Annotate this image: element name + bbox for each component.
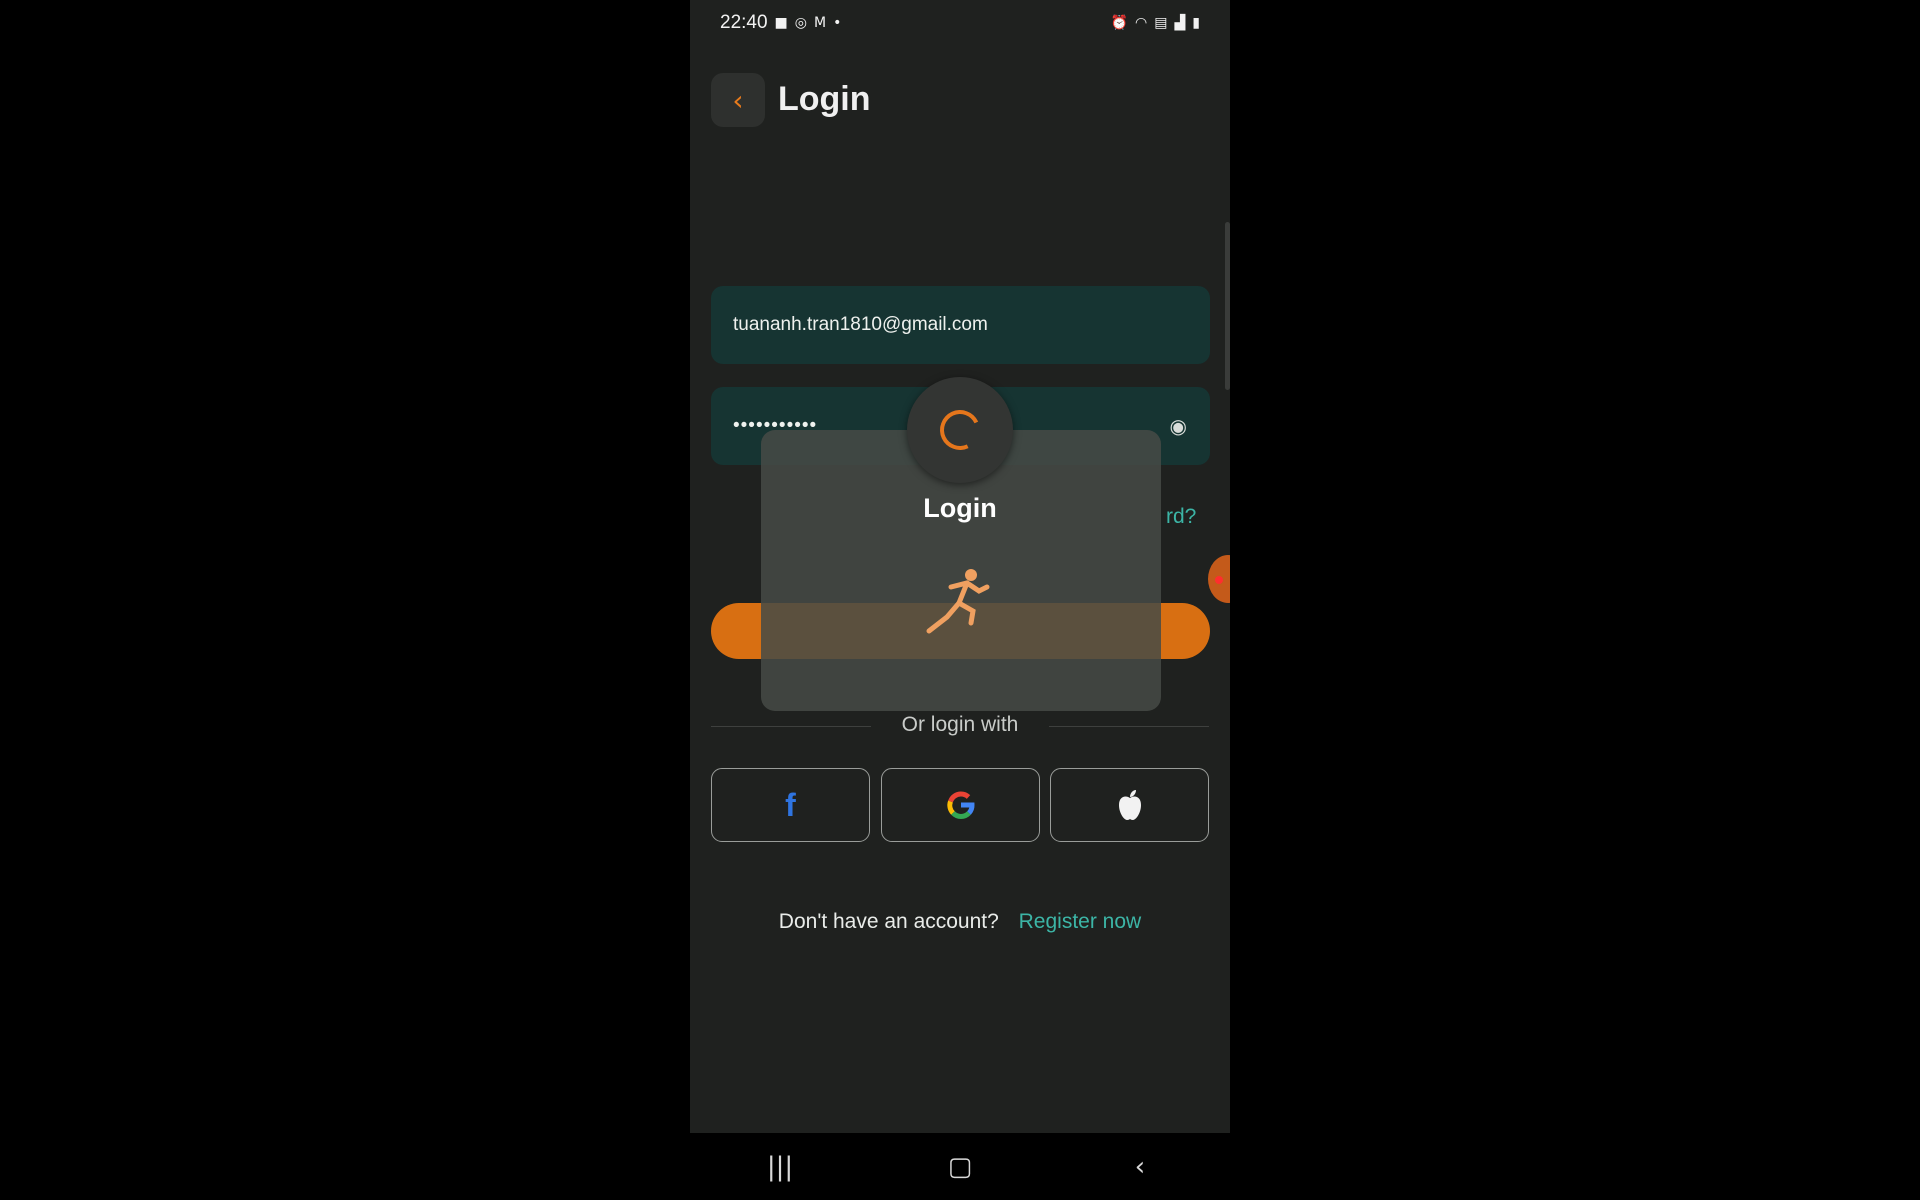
- facebook-icon: f: [785, 786, 796, 823]
- runner-icon: [926, 569, 990, 634]
- status-time: 22:40: [720, 12, 768, 33]
- floating-bubble[interactable]: [1208, 555, 1230, 603]
- google-icon: [946, 791, 974, 819]
- battery-icon: ▮: [1192, 15, 1200, 31]
- apple-icon: [1118, 790, 1141, 820]
- gmail-icon: M: [814, 15, 827, 31]
- alarm-icon: ⏰: [1110, 15, 1129, 31]
- email-value: tuananh.tran1810@gmail.com: [733, 314, 988, 335]
- apple-login-button[interactable]: [1050, 768, 1209, 842]
- system-nav-bar: ||| ▢ ‹: [690, 1133, 1230, 1200]
- register-now-link[interactable]: Register now: [1019, 910, 1142, 933]
- scrollbar[interactable]: [1225, 222, 1230, 390]
- back-icon[interactable]: ‹: [1100, 1152, 1180, 1182]
- dot-icon: •: [833, 15, 842, 31]
- signal-icon: ▟: [1174, 15, 1186, 31]
- video-icon: ■: [774, 15, 788, 31]
- or-login-with-text: Or login with: [901, 713, 1019, 736]
- loading-title: Login: [923, 493, 997, 523]
- eye-icon[interactable]: ◉: [1170, 414, 1188, 438]
- page-title: Login: [778, 80, 871, 118]
- spinner-container: [907, 377, 1013, 483]
- facebook-login-button[interactable]: f: [711, 768, 870, 842]
- notification-dot: [1215, 576, 1223, 584]
- google-login-button[interactable]: [881, 768, 1040, 842]
- recents-icon[interactable]: |||: [740, 1152, 820, 1182]
- email-field[interactable]: tuananh.tran1810@gmail.com: [711, 286, 1210, 364]
- chevron-left-icon: ‹: [732, 83, 744, 117]
- wifi-icon: ◠: [1135, 15, 1148, 31]
- register-prompt: Don't have an account?: [778, 910, 999, 933]
- back-button[interactable]: ‹: [711, 73, 765, 127]
- status-bar: 22:40 ■ ◎ M • ⏰ ◠ ▤ ▟ ▮: [690, 0, 1230, 46]
- lte-icon: ▤: [1154, 15, 1168, 31]
- home-icon[interactable]: ▢: [920, 1152, 1000, 1182]
- spinner-icon: [934, 404, 986, 456]
- register-row: Don't have an account? Register now: [690, 910, 1230, 934]
- vpn-icon: ◎: [794, 15, 807, 31]
- phone-screen: 22:40 ■ ◎ M • ⏰ ◠ ▤ ▟ ▮ ‹ Login tuananh.…: [690, 0, 1230, 1200]
